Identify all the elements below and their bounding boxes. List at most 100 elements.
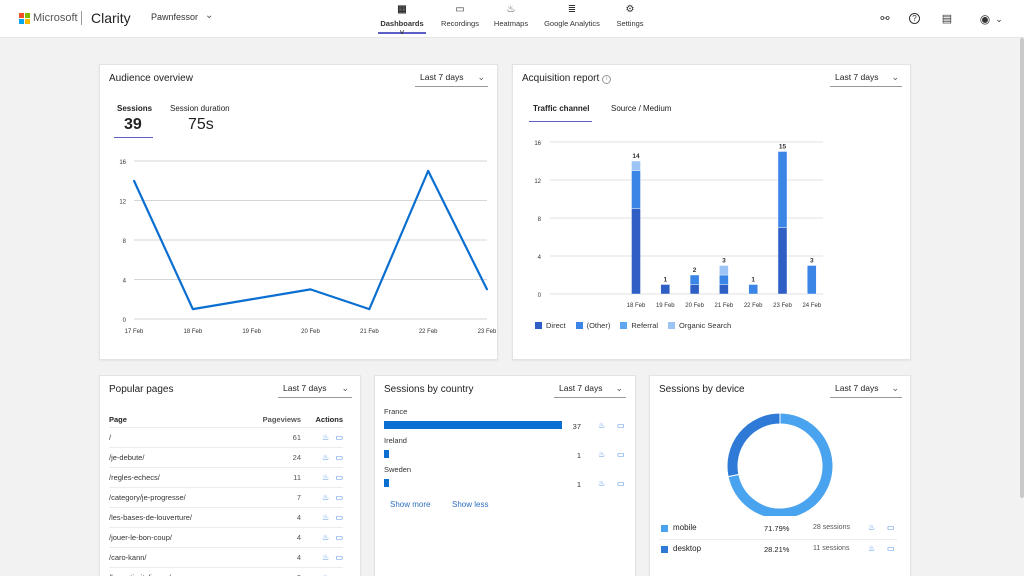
- document-icon[interactable]: ▤: [940, 12, 954, 26]
- bar-segment-direct[interactable]: [719, 284, 729, 295]
- page-path[interactable]: /category/je-progresse/: [109, 486, 239, 507]
- page-path[interactable]: /caro-kann/: [109, 546, 239, 567]
- x-tick-label: 22 Feb: [419, 329, 438, 335]
- bar-total-label: 3: [722, 258, 726, 265]
- page-path[interactable]: /: [109, 426, 239, 447]
- legend-swatch: [575, 322, 583, 329]
- table-row[interactable]: /la-partie-italienne/3♨ ▭: [109, 566, 343, 576]
- country-sessions-value: 37: [572, 422, 581, 431]
- x-tick-label: 19 Feb: [242, 329, 261, 335]
- chevron-down-icon: ˅: [399, 28, 405, 37]
- recording-icon[interactable]: ▭: [335, 433, 343, 442]
- y-tick-label: 4: [538, 255, 542, 261]
- bar-segment-other[interactable]: [777, 151, 788, 228]
- page-path[interactable]: /la-partie-italienne/: [109, 566, 239, 576]
- legend-item-referral[interactable]: Referral: [620, 321, 658, 330]
- x-tick-label: 20 Feb: [301, 329, 320, 335]
- legend-swatch: [535, 322, 542, 329]
- recording-icon[interactable]: ▭: [335, 493, 343, 502]
- y-tick-label: 16: [119, 160, 126, 166]
- recording-icon[interactable]: ▭: [335, 513, 343, 522]
- recording-icon[interactable]: ▭: [887, 544, 895, 553]
- popular-pages-table: Page Pageviews Actions /61 ♨ ▭/je-debute/…: [109, 413, 343, 576]
- chevron-down-icon[interactable]: ⌄: [205, 10, 213, 21]
- tab-settings[interactable]: ⚙ Settings: [615, 4, 645, 34]
- scrollbar[interactable]: [1020, 38, 1024, 498]
- recording-icon[interactable]: ▭: [335, 553, 343, 562]
- heatmap-icon[interactable]: ♨: [868, 523, 875, 532]
- country-bar[interactable]: [384, 479, 389, 487]
- date-range-dropdown[interactable]: Last 7 days ⌄: [278, 380, 352, 398]
- bar-segment-other[interactable]: [748, 284, 758, 295]
- table-row[interactable]: /jouer-le-bon-coup/4 ♨ ▭: [109, 526, 343, 547]
- device-row[interactable]: mobile 71.79% 28 sessions ♨ ▭: [659, 519, 897, 539]
- tab-google-analytics[interactable]: ≣ Google Analytics: [543, 4, 601, 34]
- y-tick-label: 0: [123, 318, 127, 324]
- product-name[interactable]: Clarity: [91, 10, 131, 26]
- recording-icon[interactable]: ▭: [617, 421, 625, 430]
- legend-item-direct[interactable]: Direct: [535, 321, 566, 330]
- data-point[interactable]: [309, 288, 312, 291]
- bar-total-label: 1: [663, 277, 667, 284]
- project-selector[interactable]: Pawnfessor: [151, 12, 198, 22]
- share-icon[interactable]: ⚯: [878, 12, 892, 26]
- table-row[interactable]: /je-debute/24 ♨ ▭: [109, 446, 343, 467]
- pageviews-value: 4: [238, 506, 307, 527]
- bar-segment-other[interactable]: [807, 265, 817, 295]
- data-point[interactable]: [427, 169, 430, 172]
- recording-icon[interactable]: ▭: [335, 453, 343, 462]
- tab-recordings[interactable]: ▭ Recordings: [440, 4, 480, 34]
- data-point[interactable]: [250, 298, 253, 301]
- data-point[interactable]: [368, 308, 371, 311]
- device-row[interactable]: desktop 28.21% 11 sessions ♨ ▭: [659, 539, 897, 559]
- chevron-down-icon[interactable]: ⌄: [992, 12, 1006, 26]
- bar-segment-organic-search[interactable]: [631, 160, 641, 171]
- bar-segment-direct[interactable]: [689, 284, 700, 295]
- bar-segment-direct[interactable]: [631, 208, 641, 295]
- page-path[interactable]: /regles-echecs/: [109, 466, 239, 487]
- tab-dashboards[interactable]: ▦ Dashboards ˅: [378, 4, 426, 37]
- bar-segment-other[interactable]: [631, 170, 641, 209]
- bar-segment-direct[interactable]: [777, 227, 788, 295]
- recording-icon[interactable]: ▭: [617, 450, 625, 459]
- country-bar[interactable]: [384, 450, 389, 458]
- recording-icon[interactable]: ▭: [617, 479, 625, 488]
- audience-overview-card: Audience overview Last 7 days ⌄ Sessions …: [99, 64, 498, 360]
- sessions-by-country-card: Sessions by country Last 7 days ⌄ France 3…: [374, 375, 636, 576]
- show-less-link[interactable]: Show less: [452, 500, 488, 509]
- show-more-link[interactable]: Show more: [390, 500, 430, 509]
- heatmap-icon[interactable]: ♨: [598, 450, 605, 459]
- recording-icon[interactable]: ▭: [335, 473, 343, 482]
- table-row[interactable]: /61 ♨ ▭: [109, 426, 343, 447]
- legend-item-other[interactable]: (Other): [575, 321, 610, 330]
- table-row[interactable]: /regles-echecs/11 ♨ ▭: [109, 466, 343, 487]
- donut-slice-desktop[interactable]: [726, 412, 781, 478]
- legend-item-organic-search[interactable]: Organic Search: [668, 321, 731, 330]
- table-row[interactable]: /caro-kann/4 ♨ ▭: [109, 546, 343, 567]
- bar-segment-organic-search[interactable]: [719, 265, 729, 276]
- data-point[interactable]: [486, 288, 488, 291]
- help-icon[interactable]: ?: [909, 13, 920, 24]
- table-row[interactable]: /category/je-progresse/7 ♨ ▭: [109, 486, 343, 507]
- recording-icon[interactable]: ▭: [887, 523, 895, 532]
- tab-heatmaps[interactable]: ♨ Heatmaps: [492, 4, 530, 34]
- date-range-dropdown[interactable]: Last 7 days ⌄: [554, 380, 626, 398]
- table-row[interactable]: /les-bases-de-louverture/4 ♨ ▭: [109, 506, 343, 527]
- data-point[interactable]: [133, 179, 135, 182]
- bar-total-label: 1: [751, 277, 755, 284]
- heatmap-icon[interactable]: ♨: [598, 421, 605, 430]
- page-path[interactable]: /les-bases-de-louverture/: [109, 506, 239, 527]
- bar-segment-direct[interactable]: [660, 284, 671, 295]
- bar-segment-other[interactable]: [689, 274, 700, 285]
- page-path[interactable]: /je-debute/: [109, 446, 239, 467]
- bar-segment-other[interactable]: [719, 274, 729, 285]
- data-point[interactable]: [191, 308, 194, 311]
- account-icon[interactable]: ◉: [978, 12, 992, 26]
- country-bar[interactable]: [384, 421, 562, 429]
- recording-icon[interactable]: ▭: [335, 533, 343, 542]
- heatmap-icon[interactable]: ♨: [598, 479, 605, 488]
- row-actions: ♨ ▭: [307, 506, 343, 527]
- page-path[interactable]: /jouer-le-bon-coup/: [109, 526, 239, 547]
- heatmap-icon[interactable]: ♨: [868, 544, 875, 553]
- legend-label: Referral: [631, 321, 659, 330]
